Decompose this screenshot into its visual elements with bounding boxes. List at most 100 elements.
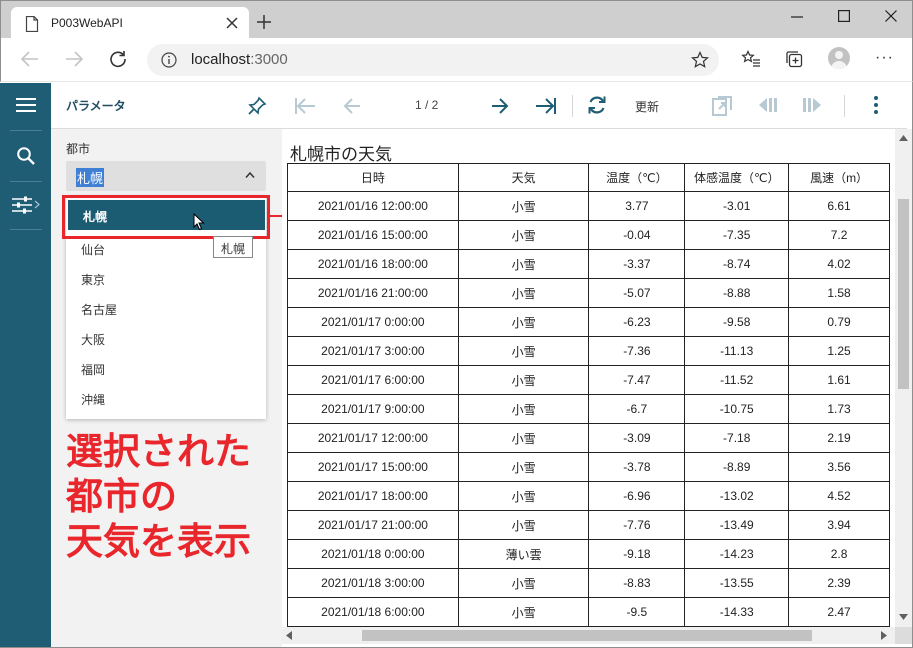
option-tooltip: 札幌 xyxy=(213,236,253,258)
city-option-osaka[interactable]: 大阪 xyxy=(66,323,266,353)
table-cell: 2021/01/17 3:00:00 xyxy=(287,336,459,366)
parameter-panel: 都市 札幌 札幌 仙台 東京 名古屋 大阪 福岡 沖縄 札幌 選択された 都市の… xyxy=(51,129,282,648)
tab-title: P003WebAPI xyxy=(51,16,123,30)
city-option-fukuoka[interactable]: 福岡 xyxy=(66,353,266,383)
panel-title: パラメータ xyxy=(66,99,126,113)
parameters-icon[interactable] xyxy=(12,196,32,214)
table-cell: 3.56 xyxy=(788,452,890,482)
avatar[interactable] xyxy=(828,47,850,69)
table-cell: 薄い雲 xyxy=(457,539,590,569)
left-rail xyxy=(0,83,51,648)
table-cell: 3.77 xyxy=(588,191,686,221)
table-row: 2021/01/16 15:00:00 小雪 -0.04 -7.35 7.2 xyxy=(287,220,890,250)
previous-section-icon[interactable] xyxy=(757,97,779,113)
table-cell: -14.23 xyxy=(684,539,790,569)
info-icon[interactable] xyxy=(161,52,177,68)
toolbar-divider xyxy=(572,95,573,117)
table-cell: 2021/01/16 18:00:00 xyxy=(287,249,459,279)
table-cell: -8.89 xyxy=(684,452,790,482)
mouse-cursor-icon xyxy=(193,213,205,231)
table-cell: 2021/01/18 0:00:00 xyxy=(287,539,459,569)
viewer-toolbar: パラメータ 1 / 2 更新 xyxy=(51,83,907,129)
scroll-up-icon[interactable] xyxy=(899,135,908,141)
scroll-down-icon[interactable] xyxy=(899,614,908,620)
close-icon[interactable] xyxy=(225,16,239,30)
address-bar[interactable]: localhost:3000 xyxy=(147,44,719,76)
column-header: 温度（℃） xyxy=(588,163,686,192)
table-cell: -14.33 xyxy=(684,597,790,627)
table-cell: -13.49 xyxy=(684,510,790,540)
table-cell: -11.52 xyxy=(684,365,790,395)
table-cell: -7.36 xyxy=(588,336,686,366)
horizontal-scrollbar[interactable] xyxy=(282,627,895,644)
table-cell: 小雪 xyxy=(457,510,590,540)
forward-icon[interactable] xyxy=(65,51,83,67)
table-row: 2021/01/17 6:00:00 小雪 -7.47 -11.52 1.61 xyxy=(287,365,890,395)
table-cell: 1.73 xyxy=(788,394,890,424)
table-cell: -3.01 xyxy=(684,191,790,221)
refresh-button[interactable]: 更新 xyxy=(635,98,659,115)
city-option-okinawa[interactable]: 沖縄 xyxy=(66,383,266,413)
city-option-tokyo[interactable]: 東京 xyxy=(66,263,266,293)
table-cell: 小雪 xyxy=(457,597,590,627)
chevron-up-icon[interactable] xyxy=(245,171,255,179)
vertical-scrollbar[interactable] xyxy=(895,129,912,627)
table-cell: 3.94 xyxy=(788,510,890,540)
window-close-icon[interactable] xyxy=(885,10,897,22)
maximize-icon[interactable] xyxy=(838,10,850,22)
table-cell: -8.83 xyxy=(588,568,686,598)
previous-page-icon[interactable] xyxy=(343,97,361,115)
pin-icon[interactable] xyxy=(247,96,267,116)
table-cell: 4.52 xyxy=(788,481,890,511)
table-row: 2021/01/17 21:00:00 小雪 -7.76 -13.49 3.94 xyxy=(287,510,890,540)
search-icon[interactable] xyxy=(16,146,36,166)
column-header: 天気 xyxy=(457,163,590,192)
table-row: 2021/01/17 3:00:00 小雪 -7.36 -11.13 1.25 xyxy=(287,336,890,366)
table-row: 2021/01/18 3:00:00 小雪 -8.83 -13.55 2.39 xyxy=(287,568,890,598)
collections-icon[interactable] xyxy=(785,50,803,68)
next-section-icon[interactable] xyxy=(801,97,823,113)
column-header: 風速（m） xyxy=(788,163,890,192)
back-icon[interactable] xyxy=(21,51,39,67)
last-page-icon[interactable] xyxy=(535,97,557,115)
url-text[interactable]: localhost:3000 xyxy=(191,51,288,68)
table-cell: 小雪 xyxy=(457,568,590,598)
table-cell: -10.75 xyxy=(684,394,790,424)
menu-icon[interactable] xyxy=(16,97,36,113)
table-header-row: 日時 天気 温度（℃） 体感温度（℃） 風速（m） xyxy=(287,163,890,192)
column-header: 体感温度（℃） xyxy=(684,163,790,192)
table-cell: 2021/01/18 3:00:00 xyxy=(287,568,459,598)
plus-icon[interactable] xyxy=(257,15,271,29)
favorite-star-icon[interactable] xyxy=(691,51,709,69)
refresh-icon[interactable] xyxy=(587,95,607,115)
first-page-icon[interactable] xyxy=(294,97,316,115)
city-option-nagoya[interactable]: 名古屋 xyxy=(66,293,266,323)
table-cell: -9.58 xyxy=(684,307,790,337)
minimize-icon[interactable] xyxy=(791,11,803,23)
city-select-value[interactable]: 札幌 xyxy=(76,168,105,187)
table-cell: -3.78 xyxy=(588,452,686,482)
city-select[interactable]: 札幌 xyxy=(66,161,266,191)
more-options-icon[interactable]: ··· xyxy=(875,49,894,67)
horizontal-scroll-thumb[interactable] xyxy=(362,630,812,641)
vertical-scroll-thumb[interactable] xyxy=(898,199,909,389)
table-row: 2021/01/16 12:00:00 小雪 3.77 -3.01 6.61 xyxy=(287,191,890,221)
table-cell: 1.61 xyxy=(788,365,890,395)
chevron-right-icon xyxy=(34,200,40,209)
table-cell: 2021/01/18 6:00:00 xyxy=(287,597,459,627)
table-cell: 2021/01/16 15:00:00 xyxy=(287,220,459,250)
scroll-left-icon[interactable] xyxy=(286,631,292,640)
browser-tab[interactable]: P003WebAPI xyxy=(11,7,249,39)
scrollbar-corner xyxy=(895,627,912,644)
table-cell: -6.96 xyxy=(588,481,686,511)
favorites-icon[interactable] xyxy=(741,50,761,68)
table-cell: 小雪 xyxy=(457,336,590,366)
scroll-right-icon[interactable] xyxy=(881,631,887,640)
reload-icon[interactable] xyxy=(109,50,127,68)
table-cell: 2021/01/17 21:00:00 xyxy=(287,510,459,540)
next-page-icon[interactable] xyxy=(491,97,509,115)
table-cell: 小雪 xyxy=(457,249,590,279)
export-icon[interactable] xyxy=(711,95,733,117)
toolbar-divider xyxy=(844,95,845,117)
more-vertical-icon[interactable] xyxy=(873,95,879,115)
